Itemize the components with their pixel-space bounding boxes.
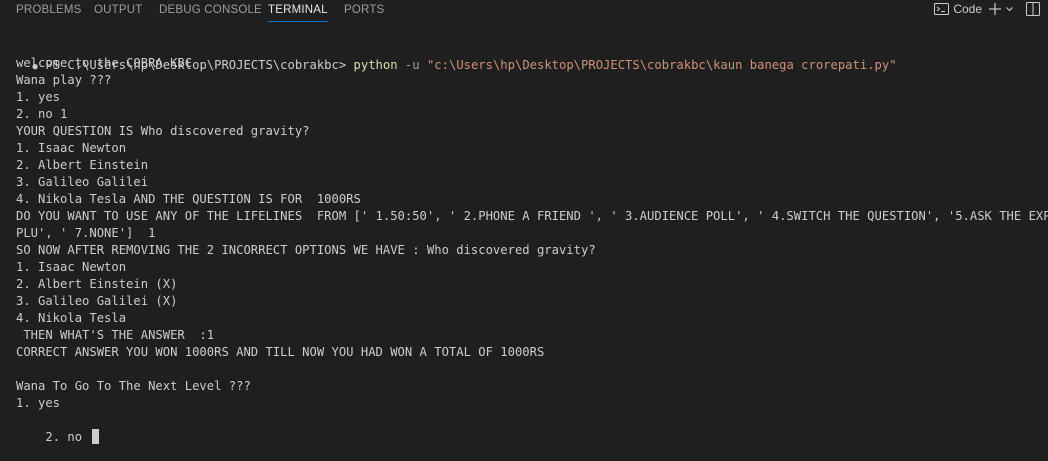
output-line: 2. Albert Einstein (X) [16, 277, 178, 291]
output-line: 2. Albert Einstein [16, 158, 149, 172]
output-line: 3. Galileo Galilei [16, 175, 149, 189]
tab-terminal[interactable]: TERMINAL [268, 2, 328, 22]
terminal-dropdown-button[interactable] [1005, 2, 1014, 16]
output-line: 3. Galileo Galilei (X) [16, 294, 178, 308]
output-line: SO NOW AFTER REMOVING THE 2 INCORRECT OP… [16, 243, 596, 257]
output-line: PLU', ' 7.NONE'] 1 [16, 226, 156, 240]
panel-actions: Code [928, 0, 1040, 18]
split-terminal-icon [1026, 2, 1040, 16]
output-line: Wana To Go To The Next Level ??? [16, 379, 251, 393]
output-line: THEN WHAT'S THE ANSWER :1 [16, 328, 215, 342]
output-line: 1. Isaac Newton [16, 141, 127, 155]
output-line: 2. no 1 [16, 107, 68, 121]
new-terminal-button[interactable] [988, 2, 1002, 16]
tab-output[interactable]: OUTPUT [94, 2, 142, 18]
plus-icon [988, 2, 1002, 16]
terminal-profile-label: Code [953, 2, 982, 16]
command-flag: -u [397, 58, 427, 72]
tab-ports[interactable]: PORTS [344, 2, 384, 18]
output-line: Wana play ??? [16, 73, 112, 87]
command-executable: python [353, 58, 398, 72]
output-line: DO YOU WANT TO USE ANY OF THE LIFELINES … [16, 209, 1048, 223]
output-line: 1. yes [16, 396, 61, 410]
tab-problems[interactable]: PROBLEMS [16, 2, 82, 18]
split-terminal-button[interactable] [1026, 2, 1040, 16]
text-cursor [92, 429, 100, 444]
command-argument: "c:\Users\hp\Desktop\PROJECTS\cobrakbc\k… [426, 58, 897, 72]
output-line: 4. Nikola Tesla [16, 311, 127, 325]
output-line: welcome to the COBRA KBC [16, 56, 193, 70]
chevron-down-icon [1005, 2, 1014, 16]
output-line: 4. Nikola Tesla AND THE QUESTION IS FOR … [16, 192, 361, 206]
panel-header: PROBLEMS OUTPUT DEBUG CONSOLE TERMINAL P… [0, 0, 1048, 22]
output-line: 1. yes [16, 90, 61, 104]
input-prompt-text: 2. no [45, 430, 90, 444]
terminal-profile-button[interactable]: Code [934, 2, 982, 16]
output-line: YOUR QUESTION IS Who discovered gravity? [16, 124, 310, 138]
terminal-output[interactable]: ● PS C:\Users\hp\Desktop\PROJECTS\cobrakb… [0, 40, 1048, 461]
output-line: 1. Isaac Newton [16, 260, 127, 274]
output-line: CORRECT ANSWER YOU WON 1000RS AND TILL N… [16, 345, 545, 359]
tab-debug-console[interactable]: DEBUG CONSOLE [159, 2, 262, 18]
terminal-icon [934, 2, 950, 16]
input-line[interactable]: 2. no [16, 412, 100, 444]
